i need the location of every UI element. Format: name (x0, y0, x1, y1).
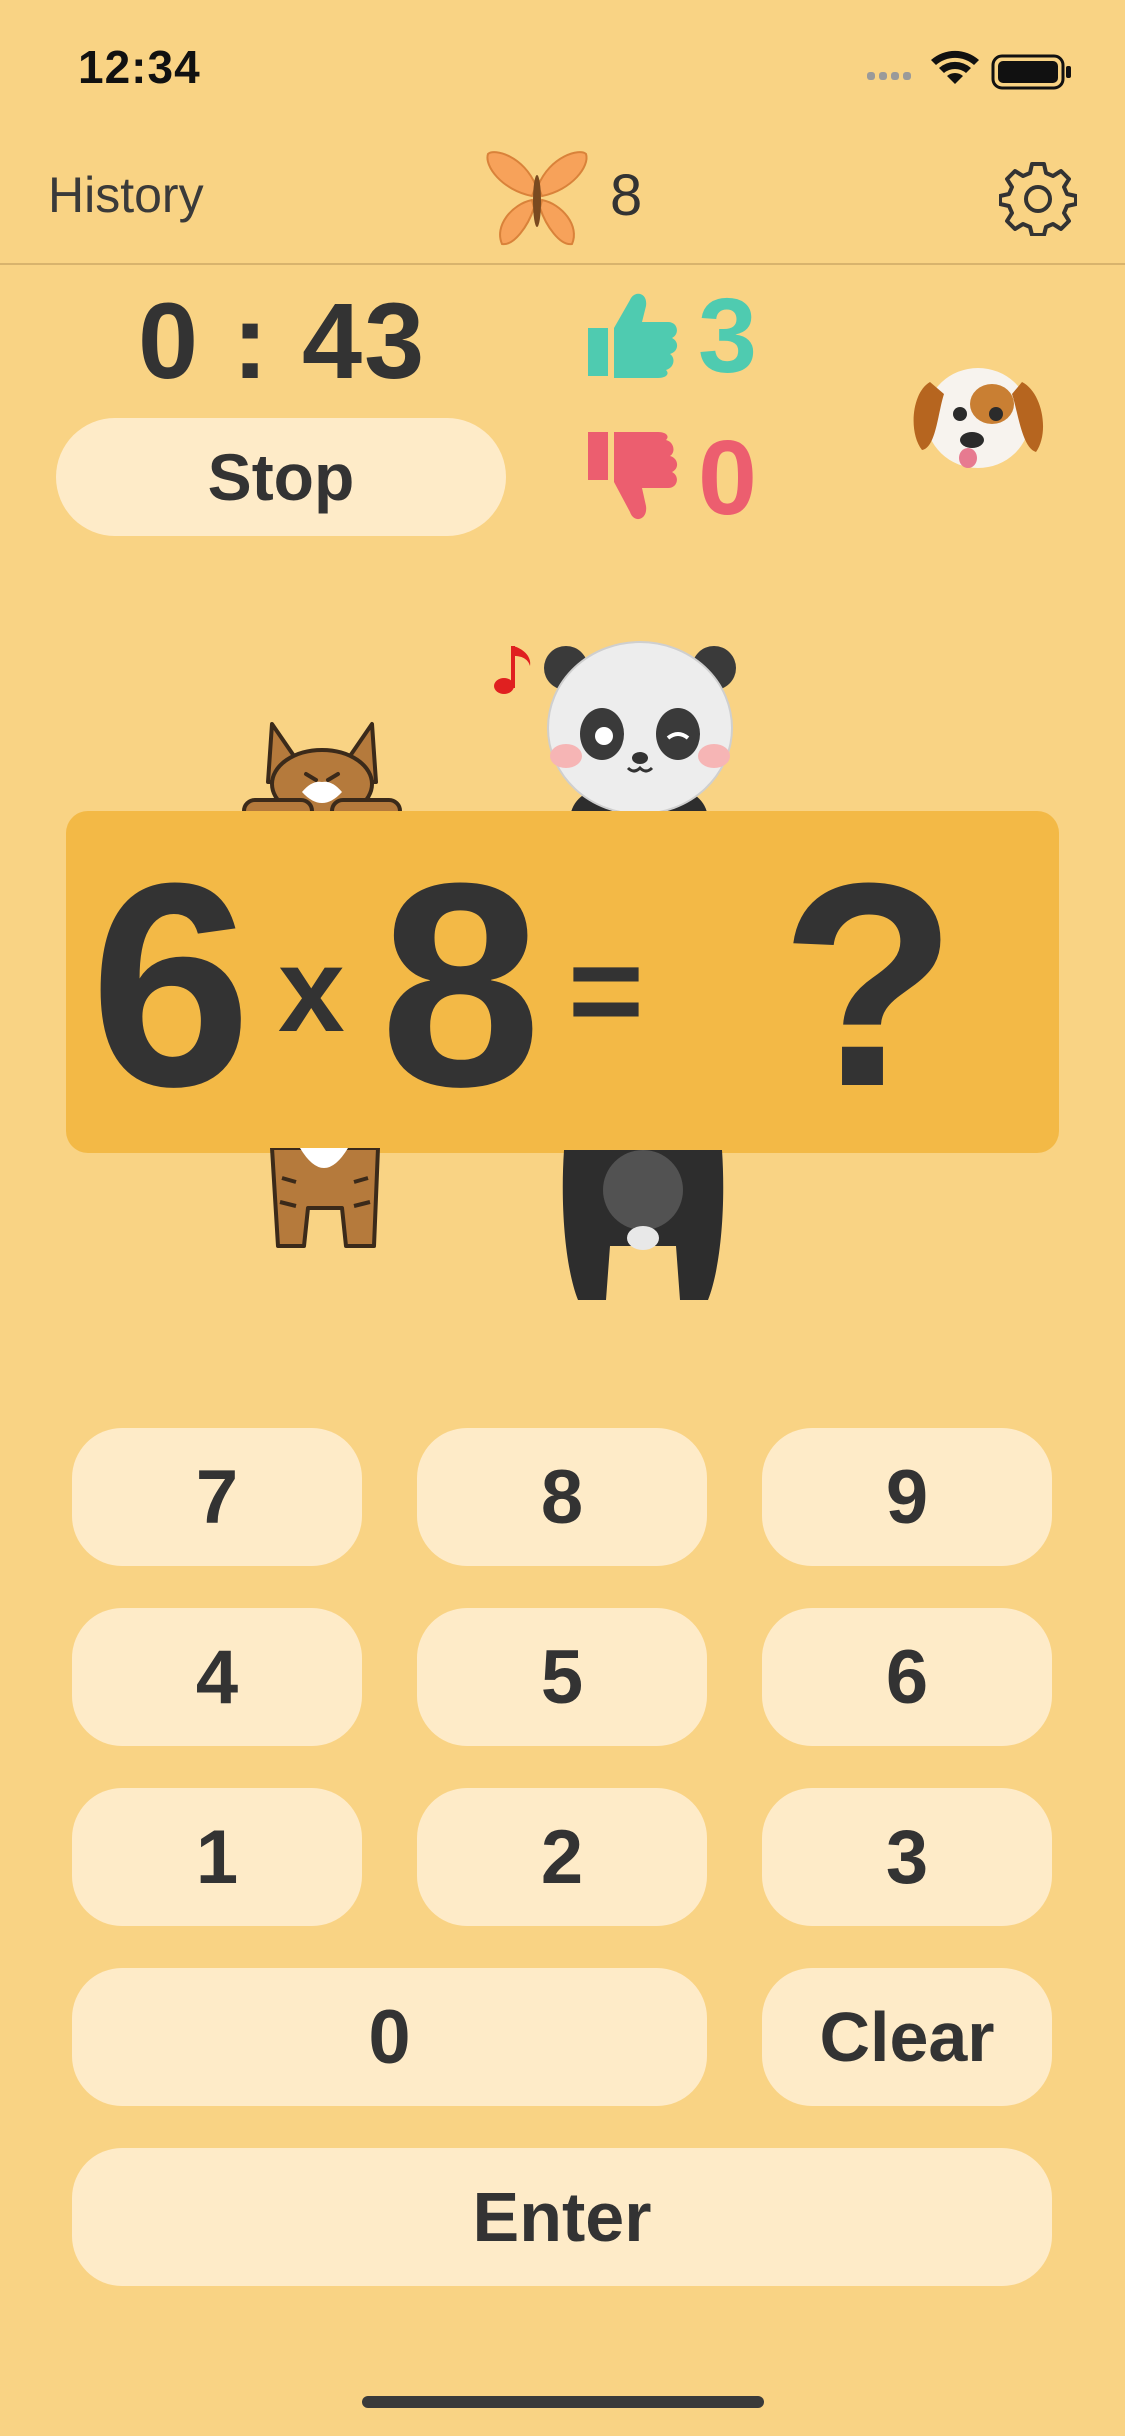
history-button[interactable]: History (48, 166, 204, 224)
butterfly-count: 8 (610, 163, 643, 228)
cat-icon (242, 722, 402, 824)
status-time: 12:34 (78, 41, 201, 93)
cat-legs-icon (270, 1148, 380, 1248)
key-2[interactable]: 2 (417, 1788, 707, 1926)
thumbs-down-icon (588, 432, 678, 520)
key-5[interactable]: 5 (417, 1608, 707, 1746)
answer-display: ? (780, 823, 958, 1147)
wifi-icon (931, 50, 979, 84)
home-indicator[interactable] (362, 2396, 764, 2408)
timer: 0 : 43 (138, 280, 427, 401)
equals-sign: = (568, 917, 644, 1063)
panda-legs-icon (562, 1150, 724, 1300)
operator-sign: x (278, 923, 345, 1057)
stop-button[interactable]: Stop (56, 418, 506, 536)
clear-button[interactable]: Clear (762, 1968, 1052, 2106)
dog-icon (913, 368, 1044, 468)
enter-button[interactable]: Enter (72, 2148, 1052, 2286)
key-7[interactable]: 7 (72, 1428, 362, 1566)
nav-divider (0, 263, 1125, 265)
key-3[interactable]: 3 (762, 1788, 1052, 1926)
correct-count: 3 (698, 277, 757, 395)
butterfly-icon (486, 151, 588, 246)
key-4[interactable]: 4 (72, 1608, 362, 1746)
key-0[interactable]: 0 (72, 1968, 707, 2106)
operand-b: 8 (380, 823, 542, 1147)
signal-icon (867, 72, 911, 80)
status-icons (867, 50, 1071, 90)
thumbs-up-icon (588, 293, 678, 378)
wrong-count: 0 (698, 419, 757, 537)
key-8[interactable]: 8 (417, 1428, 707, 1566)
key-6[interactable]: 6 (762, 1608, 1052, 1746)
operand-a: 6 (90, 823, 252, 1147)
key-1[interactable]: 1 (72, 1788, 362, 1926)
gear-icon[interactable] (999, 158, 1077, 236)
battery-icon (991, 54, 1071, 90)
key-9[interactable]: 9 (762, 1428, 1052, 1566)
music-note-icon (494, 646, 531, 694)
